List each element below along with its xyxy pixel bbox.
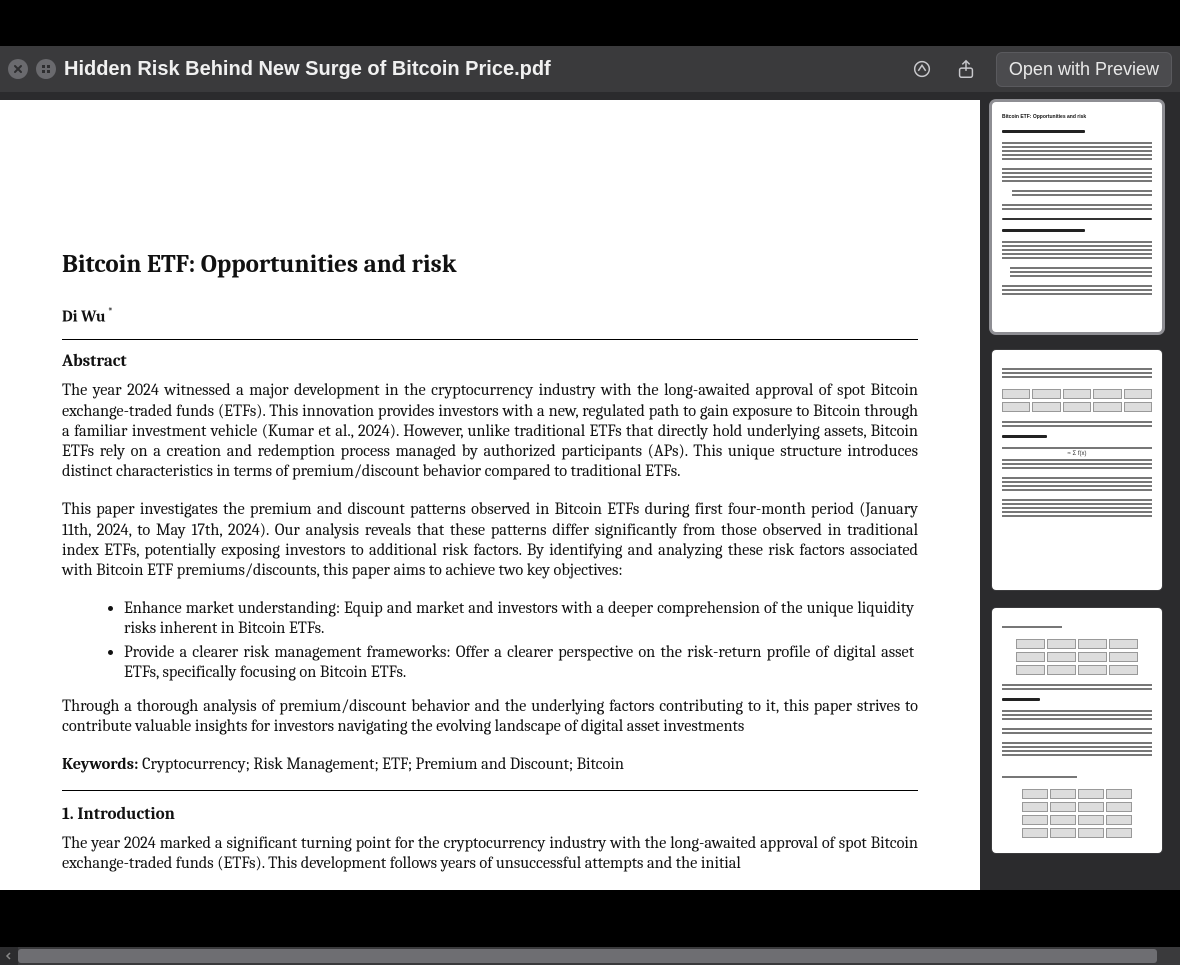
scroll-left-arrow[interactable] — [0, 947, 18, 965]
open-with-preview-button[interactable]: Open with Preview — [996, 52, 1172, 87]
affiliation-marker: * — [106, 305, 113, 318]
section-heading: 1. Introduction — [62, 805, 918, 824]
list-item: Provide a clearer risk management framew… — [124, 643, 918, 683]
keywords-label: Keywords: — [62, 755, 139, 774]
share-button[interactable] — [952, 55, 980, 83]
document-filename: Hidden Risk Behind New Surge of Bitcoin … — [64, 58, 551, 81]
author-name: Di Wu — [62, 307, 106, 325]
scrollbar-track[interactable] — [18, 947, 1180, 965]
close-icon — [12, 63, 24, 75]
abstract-paragraph-2: This paper investigates the premium and … — [62, 500, 918, 581]
page-thumbnail-2[interactable]: ≈ Σ f(x) — [992, 350, 1162, 590]
keywords-value: Cryptocurrency; Risk Management; ETF; Pr… — [139, 755, 624, 774]
author-line: Di Wu * — [62, 305, 918, 325]
paper-title: Bitcoin ETF: Opportunities and risk — [62, 250, 918, 279]
quicklook-window: Hidden Risk Behind New Surge of Bitcoin … — [0, 0, 1180, 965]
markup-button[interactable] — [908, 55, 936, 83]
grid-button[interactable] — [36, 59, 56, 79]
scrollbar-thumb[interactable] — [18, 949, 1157, 963]
page-thumbnail-3[interactable] — [992, 608, 1162, 853]
close-button[interactable] — [8, 59, 28, 79]
chevron-left-icon — [5, 952, 13, 960]
content-area: Bitcoin ETF: Opportunities and risk Di W… — [0, 92, 1180, 890]
horizontal-rule — [62, 339, 918, 340]
footer-area — [0, 890, 1180, 965]
abstract-heading: Abstract — [62, 352, 918, 371]
grid-icon — [40, 63, 52, 75]
objectives-list: Enhance market understanding: Equip and … — [62, 599, 918, 683]
horizontal-scrollbar[interactable] — [0, 947, 1180, 965]
keywords-line: Keywords: Cryptocurrency; Risk Managemen… — [62, 755, 918, 774]
share-icon — [955, 58, 977, 80]
window-top-spacer — [0, 0, 1180, 46]
abstract-paragraph-3: Through a thorough analysis of premium/d… — [62, 697, 918, 737]
section-1-paragraph: The year 2024 marked a significant turni… — [62, 834, 918, 880]
markup-icon — [911, 58, 933, 80]
pdf-page-1: Bitcoin ETF: Opportunities and risk Di W… — [0, 100, 980, 890]
thumbnail-sidebar[interactable]: Bitcoin ETF: Opportunities and risk — [980, 92, 1180, 890]
list-item: Enhance market understanding: Equip and … — [124, 599, 918, 639]
page-thumbnail-1[interactable]: Bitcoin ETF: Opportunities and risk — [992, 102, 1162, 332]
abstract-paragraph-1: The year 2024 witnessed a major developm… — [62, 381, 918, 482]
page-viewport[interactable]: Bitcoin ETF: Opportunities and risk Di W… — [0, 92, 980, 890]
toolbar: Hidden Risk Behind New Surge of Bitcoin … — [0, 46, 1180, 92]
horizontal-rule — [62, 790, 918, 791]
